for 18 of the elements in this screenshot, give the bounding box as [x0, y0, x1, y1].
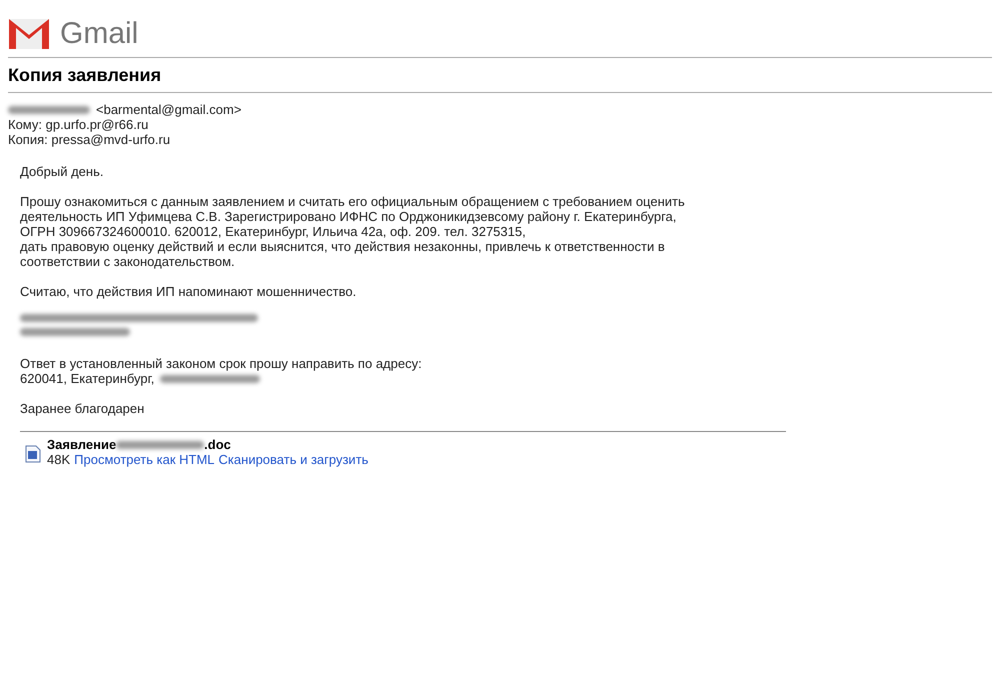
document-icon [25, 445, 41, 463]
attachment-link[interactable]: Просмотреть как HTML [74, 452, 215, 467]
cc-line: Копия: pressa@mvd-urfo.ru [8, 132, 172, 147]
attachment-size: 48K [47, 452, 70, 467]
paragraph: Ответ в установленный законом срок прошу направить по адресу: [20, 356, 423, 371]
sender-address: <barmental@gmail.com> [96, 102, 242, 117]
paragraph: Заранее благодарен [20, 401, 146, 416]
attachment-link[interactable]: Сканировать и загрузить [218, 452, 368, 467]
recipient-line: Кому: gp.urfo.pr@r66.ru [8, 117, 150, 132]
attachment-name: Заявление [47, 437, 116, 452]
subject-heading: Копия заявления [8, 64, 162, 86]
address-line: 620041, Екатеринбург, [20, 371, 154, 386]
paragraph: Считаю, что действия ИП напоминают мошенничество. [20, 284, 358, 299]
envelope-logo-icon [8, 18, 50, 50]
paragraph: Прошу ознакомиться с данным заявлением и считать его официальным обращением с требованием оценить деятельность ИП Уфимцева С.В. Зарегистрировано ИФНС по Орджоникидзевсому району г. Екатеринбурга, ОГРН 309667324600010. 620012, Екатеринбург, Ильича 42а, оф. 209. тел. 3275315, дать правовую оценку действий и если выяснится, что действия незаконны, привлечь к ответственности в соответствии с законодательством. [20, 194, 686, 269]
logo-text: Gmail [60, 18, 138, 48]
paragraph: Добрый день. [20, 164, 104, 179]
attachment-extension: .doc [204, 437, 231, 452]
